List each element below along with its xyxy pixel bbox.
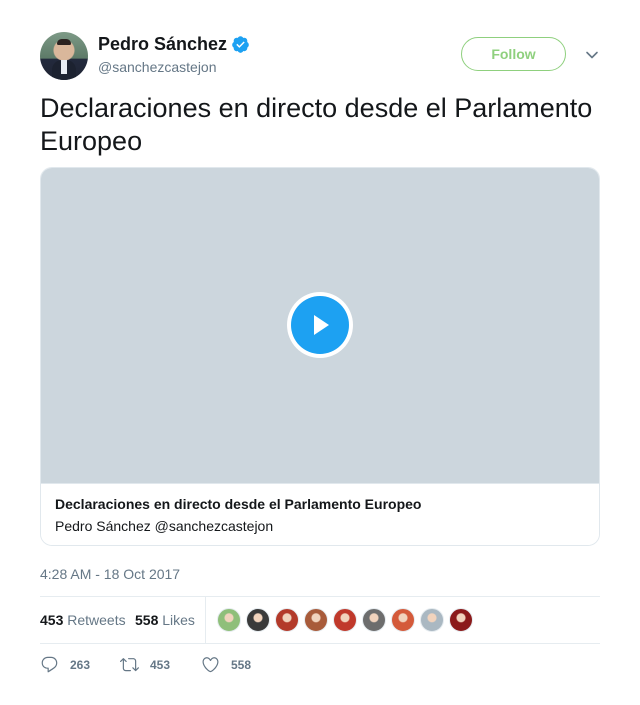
liker-avatar[interactable] — [420, 608, 444, 632]
reply-icon — [41, 656, 58, 673]
liker-avatar[interactable] — [449, 608, 473, 632]
name-row[interactable]: Pedro Sánchez — [98, 33, 250, 55]
likes-label: Likes — [162, 612, 195, 628]
avatar-hair — [57, 39, 71, 45]
card-info[interactable]: Declaraciones en directo desde el Parlam… — [41, 483, 599, 545]
tweet-text: Declaraciones en directo desde el Parlam… — [40, 93, 593, 156]
stats-divider — [205, 597, 206, 644]
chevron-down-icon[interactable] — [585, 48, 599, 62]
retweet-count: 453 — [150, 657, 171, 672]
card-title: Declaraciones en directo desde el Parlam… — [55, 496, 422, 512]
follow-button[interactable]: Follow — [461, 37, 566, 71]
video-card[interactable]: Declaraciones en directo desde el Parlam… — [40, 167, 600, 546]
tweet-actions: 263 453 558 — [40, 655, 600, 675]
tweet-stats: 453 Retweets 558 Likes — [40, 596, 600, 644]
liker-avatars — [217, 608, 478, 632]
liker-avatar[interactable] — [246, 608, 270, 632]
likes-count: 558 — [135, 612, 159, 628]
avatar[interactable] — [40, 32, 88, 80]
play-icon — [291, 296, 349, 354]
user-handle[interactable]: @sanchezcastejon — [98, 59, 217, 75]
liker-avatar[interactable] — [304, 608, 328, 632]
tweet-timestamp[interactable]: 4:28 AM - 18 Oct 2017 — [40, 566, 180, 582]
retweets-label: Retweets — [67, 612, 126, 628]
play-button[interactable] — [287, 292, 353, 358]
retweet-icon — [120, 658, 139, 672]
like-button[interactable]: 558 — [201, 655, 251, 674]
card-subtitle: Pedro Sánchez @sanchezcastejon — [55, 518, 274, 534]
verified-badge-icon — [232, 35, 249, 53]
play-triangle-icon — [314, 315, 329, 335]
heart-icon — [202, 657, 219, 673]
reply-count: 263 — [70, 657, 91, 672]
likes-stat[interactable]: 558 Likes — [135, 612, 195, 628]
like-count: 558 — [231, 657, 252, 672]
liker-avatar[interactable] — [333, 608, 357, 632]
video-player[interactable] — [41, 168, 599, 483]
retweets-stat[interactable]: 453 Retweets — [40, 612, 126, 628]
liker-avatar[interactable] — [391, 608, 415, 632]
avatar-shirt — [61, 60, 67, 74]
liker-avatar[interactable] — [217, 608, 241, 632]
liker-avatar[interactable] — [362, 608, 386, 632]
liker-avatar[interactable] — [275, 608, 299, 632]
retweets-count: 453 — [40, 612, 64, 628]
reply-button[interactable]: 263 — [40, 655, 90, 674]
tweet-header: Pedro Sánchez @sanchezcastejon Follow — [40, 32, 600, 80]
retweet-button[interactable]: 453 — [120, 655, 170, 674]
display-name[interactable]: Pedro Sánchez — [98, 33, 227, 55]
